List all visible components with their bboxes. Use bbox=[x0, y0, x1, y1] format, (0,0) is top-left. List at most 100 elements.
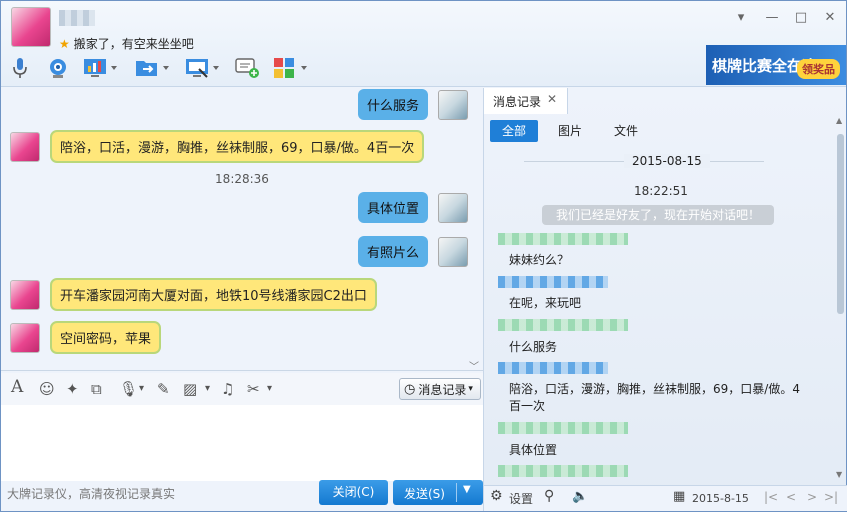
file-transfer-icon[interactable] bbox=[135, 55, 171, 81]
advertisement-banner[interactable]: 棋牌比赛全在这! 领奖品 bbox=[706, 45, 846, 85]
contact-message-avatar[interactable] bbox=[10, 279, 40, 310]
system-message: 我们已经是好友了，现在开始对话吧！ bbox=[542, 205, 774, 225]
next-page-icon[interactable]: > bbox=[807, 490, 817, 504]
magic-wand-icon[interactable]: ✦ bbox=[66, 380, 79, 398]
screen-share-icon[interactable] bbox=[83, 55, 119, 81]
history-footer-date[interactable]: 2015-8-15 bbox=[692, 492, 749, 505]
first-page-icon[interactable]: |< bbox=[764, 490, 778, 504]
voice-message-icon[interactable]: 🎙 bbox=[119, 380, 138, 398]
music-icon[interactable]: ♫ bbox=[221, 380, 234, 398]
history-panel: 消息记录 ✕ 全部 图片 文件 2015-08-15 18:22:51 我们已经… bbox=[483, 88, 847, 511]
history-footer: ⚙ 设置 ⚲ 🔈 ▦ 2015-8-15 |< < > >| bbox=[484, 485, 847, 511]
title-bar: ★ 搬家了，有空来坐坐吧 ▾ — □ ✕ 棋牌比赛全在这! 领奖品 bbox=[1, 1, 846, 87]
scissors-dropdown-icon[interactable]: ▾ bbox=[267, 383, 272, 394]
prev-page-icon[interactable]: < bbox=[786, 490, 796, 504]
message-row: 有照片么 bbox=[358, 236, 469, 267]
history-timestamp: 18:22:51 bbox=[634, 184, 688, 198]
maximize-button[interactable]: □ bbox=[792, 10, 810, 25]
send-button[interactable]: 发送(S) ▼ bbox=[393, 480, 483, 505]
message-row: 具体位置 bbox=[358, 192, 469, 223]
history-sender-blurred bbox=[498, 465, 628, 477]
video-call-icon[interactable] bbox=[47, 55, 69, 81]
edit-icon[interactable]: ✎ bbox=[157, 380, 170, 398]
search-icon[interactable]: ⚲ bbox=[544, 488, 554, 504]
apps-icon[interactable] bbox=[273, 55, 309, 81]
filter-all[interactable]: 全部 bbox=[490, 120, 538, 142]
history-message: 具体位置 bbox=[509, 443, 558, 457]
microphone-icon[interactable] bbox=[11, 55, 29, 81]
chat-footer: 大牌记录仪，高清夜视记录真实 关闭(C) 发送(S) ▼ bbox=[1, 477, 483, 511]
dropdown-menu-icon[interactable]: ▾ bbox=[732, 10, 750, 25]
filter-images[interactable]: 图片 bbox=[546, 120, 594, 142]
ad-tip-text[interactable]: 大牌记录仪，高清夜视记录真实 bbox=[7, 485, 175, 502]
message-row: 陪浴，口活，漫游，胸推，丝袜制服，69，口暴/做。4百一次 bbox=[10, 130, 425, 163]
tab-message-history[interactable]: 消息记录 ✕ bbox=[484, 88, 568, 114]
input-divider bbox=[1, 370, 483, 371]
send-options-dropdown-icon[interactable]: ▼ bbox=[463, 484, 471, 495]
chevron-down-icon: ▾ bbox=[468, 384, 473, 394]
last-page-icon[interactable]: >| bbox=[824, 490, 838, 504]
ad-claim-button[interactable]: 领奖品 bbox=[797, 59, 840, 79]
contact-avatar[interactable] bbox=[11, 7, 51, 47]
contact-message-bubble[interactable]: 开车潘家园河南大厦对面，地铁10号线潘家园C2出口 bbox=[50, 278, 377, 311]
history-message: 什么服务 bbox=[509, 340, 558, 354]
close-window-button[interactable]: ✕ bbox=[821, 10, 839, 25]
message-row: 什么服务 bbox=[358, 89, 469, 120]
contact-message-avatar[interactable] bbox=[10, 322, 40, 353]
history-sender-blurred bbox=[498, 319, 628, 331]
clock-icon: ◷ bbox=[404, 381, 416, 397]
message-input[interactable] bbox=[1, 405, 483, 481]
screenshot-icon[interactable]: ⧉ bbox=[91, 380, 102, 398]
history-scrollbar[interactable]: ▲ ▼ bbox=[835, 114, 845, 484]
history-message: 妹妹约么？ bbox=[509, 253, 570, 267]
history-date: 2015-08-15 bbox=[624, 154, 710, 168]
history-sender-blurred bbox=[498, 233, 628, 245]
my-avatar[interactable] bbox=[438, 89, 469, 120]
close-tab-icon[interactable]: ✕ bbox=[547, 92, 557, 106]
scissors-icon[interactable]: ✂ bbox=[247, 380, 260, 398]
message-row: 空间密码，苹果 bbox=[10, 321, 162, 354]
close-button[interactable]: 关闭(C) bbox=[319, 480, 388, 505]
history-sender-blurred bbox=[498, 422, 628, 434]
chat-window: ★ 搬家了，有空来坐坐吧 ▾ — □ ✕ 棋牌比赛全在这! 领奖品 什么服务 陪… bbox=[0, 0, 847, 512]
message-timestamp: 18:28:36 bbox=[215, 172, 269, 186]
minimize-button[interactable]: — bbox=[763, 10, 781, 25]
history-message: 陪浴，口活，漫游，胸推，丝袜制服，69，口暴/做。4百一次 bbox=[509, 382, 800, 413]
my-message-bubble[interactable]: 什么服务 bbox=[358, 89, 429, 120]
scrollbar-thumb[interactable] bbox=[837, 134, 844, 314]
calendar-icon[interactable]: ▦ bbox=[673, 489, 685, 504]
image-dropdown-icon[interactable]: ▾ bbox=[205, 383, 210, 394]
history-button-label: 消息记录 bbox=[418, 382, 467, 397]
scroll-up-icon[interactable]: ▲ bbox=[836, 116, 842, 125]
signature-text: 搬家了，有空来坐坐吧 bbox=[73, 37, 194, 51]
my-avatar[interactable] bbox=[438, 236, 469, 267]
send-button-separator bbox=[456, 483, 457, 502]
my-avatar[interactable] bbox=[438, 192, 469, 223]
send-button-label: 发送(S) bbox=[404, 487, 445, 501]
contact-message-bubble[interactable]: 陪浴，口活，漫游，胸推，丝袜制服，69，口暴/做。4百一次 bbox=[50, 130, 425, 163]
voice-dropdown-icon[interactable]: ▾ bbox=[139, 383, 144, 394]
contact-message-bubble[interactable]: 空间密码，苹果 bbox=[50, 321, 162, 354]
settings-label[interactable]: 设置 bbox=[509, 490, 533, 507]
contact-signature: ★ 搬家了，有空来坐坐吧 bbox=[59, 35, 194, 52]
remote-desktop-icon[interactable] bbox=[185, 55, 221, 81]
my-message-bubble[interactable]: 具体位置 bbox=[358, 192, 429, 223]
speaker-icon[interactable]: 🔈 bbox=[572, 489, 588, 504]
scroll-down-arrow-icon[interactable]: ▼ bbox=[836, 470, 842, 479]
gear-icon[interactable]: ⚙ bbox=[490, 488, 503, 504]
history-tab-label: 消息记录 bbox=[493, 95, 542, 109]
history-sender-blurred bbox=[498, 362, 608, 374]
history-message: 在呢，来玩吧 bbox=[509, 296, 582, 310]
contact-nickname-blurred bbox=[59, 10, 95, 26]
message-history-button[interactable]: ◷ 消息记录 ▾ bbox=[399, 378, 481, 400]
contact-message-avatar[interactable] bbox=[10, 131, 40, 162]
message-row: 开车潘家园河南大厦对面，地铁10号线潘家园C2出口 bbox=[10, 278, 377, 311]
filter-files[interactable]: 文件 bbox=[602, 120, 650, 142]
star-icon: ★ bbox=[59, 37, 70, 51]
font-icon[interactable]: A bbox=[11, 377, 23, 397]
chat-message-area[interactable]: 什么服务 陪浴，口活，漫游，胸推，丝袜制服，69，口暴/做。4百一次 18:28… bbox=[1, 88, 483, 373]
my-message-bubble[interactable]: 有照片么 bbox=[358, 236, 429, 267]
emoji-icon[interactable]: ☺ bbox=[39, 380, 55, 398]
message-add-icon[interactable] bbox=[235, 55, 261, 81]
image-icon[interactable]: ▨ bbox=[183, 380, 197, 398]
